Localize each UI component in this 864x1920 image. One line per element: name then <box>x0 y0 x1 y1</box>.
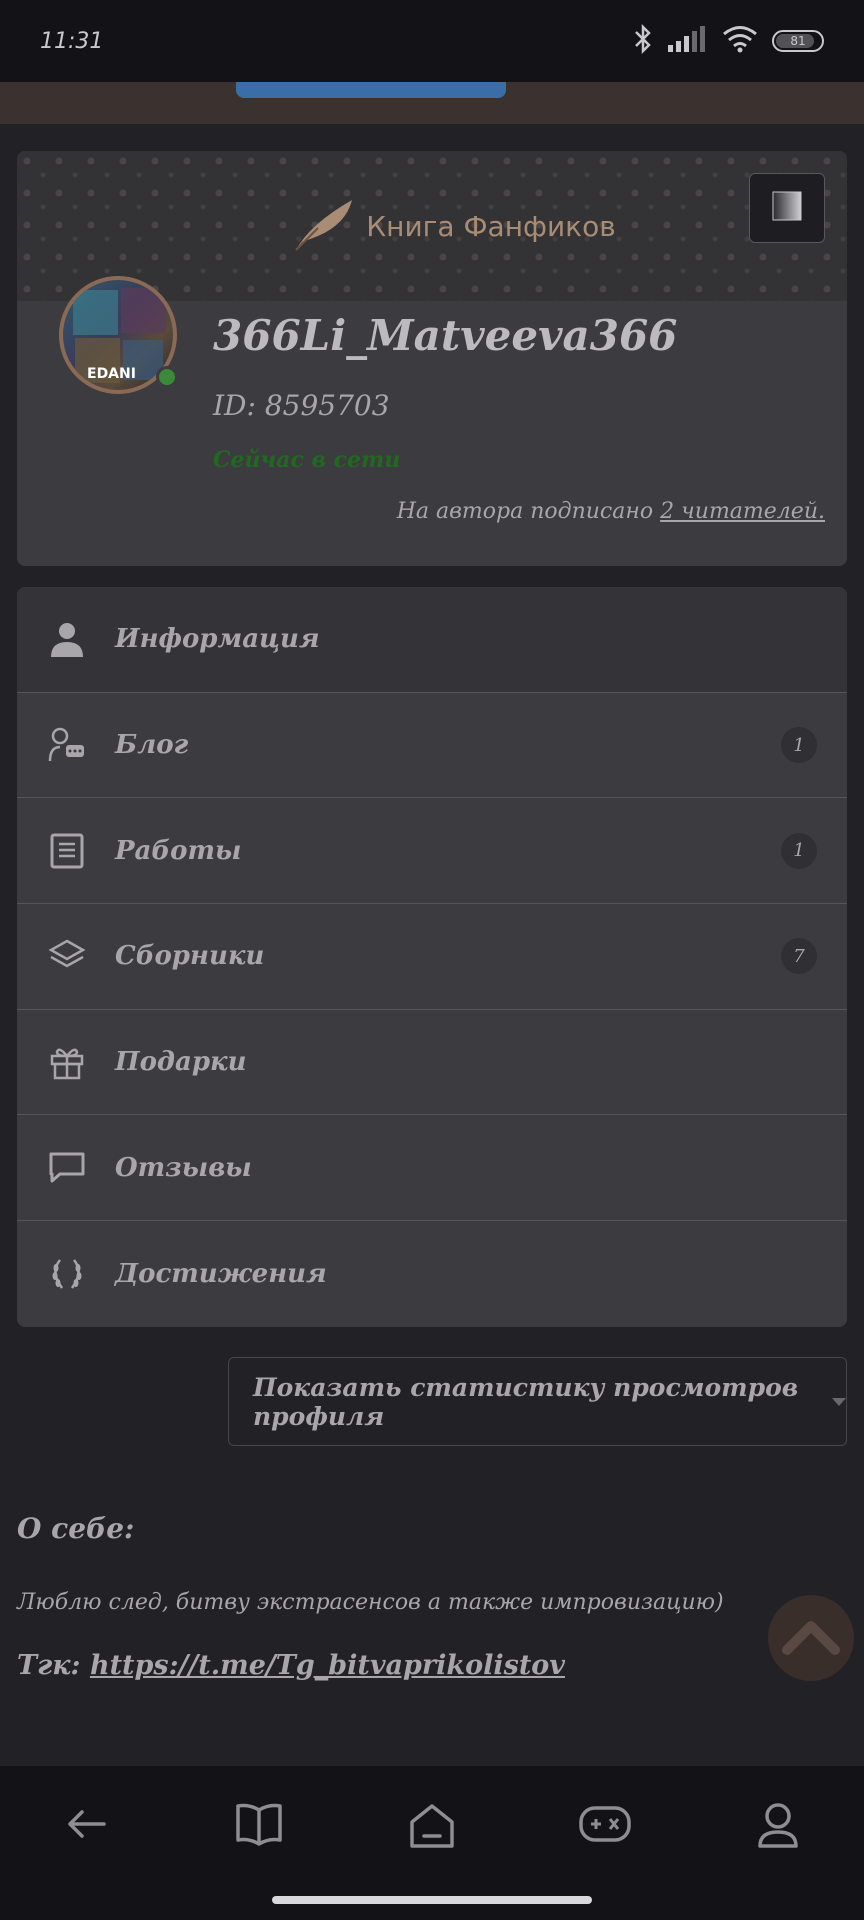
nav-profile-button[interactable] <box>748 1802 808 1862</box>
comment-icon <box>47 1148 87 1188</box>
bluetooth-icon <box>632 23 654 58</box>
back-arrow-icon <box>64 1802 108 1850</box>
nav-library-button[interactable] <box>229 1802 289 1862</box>
logo-text: Книга Фанфиков <box>366 209 616 243</box>
status-bar: 11:31 81 <box>0 0 864 82</box>
active-tab-indicator <box>236 82 506 98</box>
menu-item-label: Достижения <box>115 1258 327 1289</box>
wifi-icon <box>722 25 758 57</box>
book-icon <box>235 1802 283 1850</box>
online-status: Сейчас в сети <box>213 447 401 473</box>
home-indicator[interactable] <box>272 1896 592 1904</box>
chevron-up-icon <box>781 1616 841 1660</box>
about-title: О себе: <box>17 1512 135 1545</box>
site-logo[interactable]: Книга Фанфиков <box>288 194 616 258</box>
scroll-top-button[interactable] <box>768 1595 854 1681</box>
telegram-link[interactable]: https://t.me/Tg_bitvaprikolistov <box>90 1650 565 1681</box>
feather-icon <box>288 194 358 258</box>
signal-icon <box>668 26 708 56</box>
user-id: ID: 8595703 <box>213 389 390 422</box>
menu-item-blog[interactable]: Блог 1 <box>17 693 847 799</box>
theme-toggle-button[interactable] <box>749 173 825 243</box>
count-badge: 1 <box>781 727 817 764</box>
menu-item-collections[interactable]: Сборники 7 <box>17 904 847 1010</box>
gamepad-icon <box>578 1802 632 1850</box>
profile-menu: Информация Блог 1 Работы 1 Сборники 7 По… <box>17 587 847 1327</box>
about-link-row: Тгк: https://t.me/Tg_bitvaprikolistov <box>17 1650 565 1681</box>
count-badge: 1 <box>781 832 817 869</box>
profile-banner: Книга Фанфиков <box>17 151 847 301</box>
blog-icon <box>47 725 87 765</box>
menu-item-works[interactable]: Работы 1 <box>17 798 847 905</box>
profile-icon <box>756 1802 800 1854</box>
menu-item-gifts[interactable]: Подарки <box>17 1010 847 1116</box>
nav-back-button[interactable] <box>56 1802 116 1862</box>
menu-item-label: Информация <box>115 624 320 655</box>
menu-item-label: Отзывы <box>115 1152 252 1183</box>
subscribers-link[interactable]: 2 читателей. <box>660 499 825 524</box>
top-strip <box>0 82 864 124</box>
home-icon <box>408 1802 456 1854</box>
menu-item-info[interactable]: Информация <box>17 587 847 693</box>
battery-level: 81 <box>790 34 806 48</box>
menu-item-label: Блог <box>115 730 189 761</box>
subscribers-prefix: На автора подписано <box>396 499 654 524</box>
menu-item-label: Работы <box>115 835 242 866</box>
avatar-text: EDANI <box>87 366 136 382</box>
about-text: Люблю след, битву экстрасенсов а также и… <box>17 1590 724 1615</box>
menu-item-label: Подарки <box>115 1047 247 1078</box>
layers-icon <box>47 936 87 976</box>
document-icon <box>47 831 87 871</box>
battery-icon: 81 <box>772 30 824 52</box>
nav-games-button[interactable] <box>575 1802 635 1862</box>
menu-item-achievements[interactable]: Достижения <box>17 1221 847 1327</box>
count-badge: 7 <box>781 938 817 975</box>
menu-item-reviews[interactable]: Отзывы <box>17 1115 847 1222</box>
profile-card: Книга Фанфиков EDANI 366Li_Matveeva366 I… <box>17 151 847 566</box>
gift-icon <box>47 1042 87 1082</box>
chevron-down-icon <box>832 1397 846 1406</box>
gradient-icon <box>772 191 802 225</box>
subscribers-info: На автора подписано 2 читателей. <box>397 499 825 524</box>
laurel-icon <box>47 1254 87 1294</box>
nav-home-button[interactable] <box>402 1802 462 1862</box>
menu-item-label: Сборники <box>115 941 265 972</box>
stats-button-label: Показать статистику просмотров профиля <box>253 1372 799 1431</box>
show-stats-button[interactable]: Показать статистику просмотров профиля <box>228 1357 847 1446</box>
username: 366Li_Matveeva366 <box>213 311 678 360</box>
user-icon <box>47 619 87 659</box>
about-link-prefix: Тгк: <box>17 1650 81 1681</box>
online-indicator <box>156 366 178 388</box>
status-time: 11:31 <box>40 28 104 54</box>
